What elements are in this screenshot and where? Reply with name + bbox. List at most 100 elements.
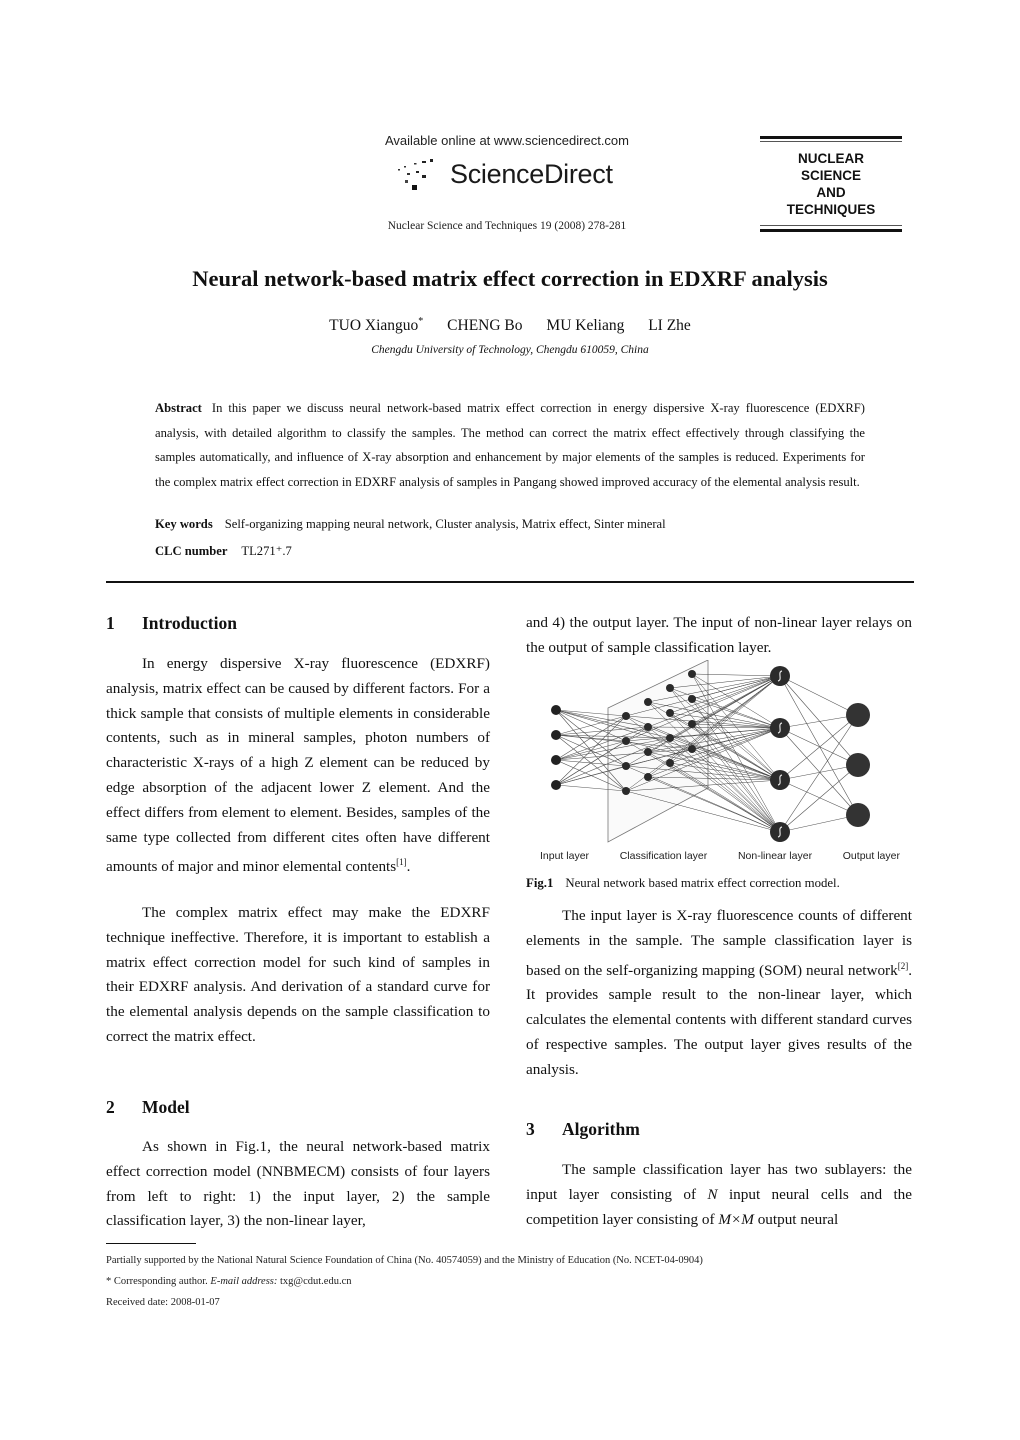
output-node <box>846 753 870 777</box>
punctuation: . <box>406 858 411 876</box>
section-heading-introduction: 1 Introduction <box>106 611 490 636</box>
classification-node <box>622 787 630 795</box>
paragraph-text: As shown in Fig.1, the neural network-ba… <box>106 1138 490 1230</box>
available-online-text: Available online at www.sciencedirect.co… <box>385 133 629 148</box>
corresponding-mark: * <box>418 316 424 327</box>
citation-link[interactable]: [2] <box>898 961 909 971</box>
author-name: MU Keliang <box>546 317 625 335</box>
connection <box>779 675 859 816</box>
paper-title: Neural network-based matrix effect corre… <box>192 266 828 291</box>
section-title: Model <box>142 1097 190 1117</box>
author-name: LI Zhe <box>648 317 691 335</box>
keywords-label: Key words <box>155 517 213 531</box>
paragraph-text: output neural <box>753 1210 839 1228</box>
section-title: Introduction <box>142 613 237 633</box>
output-node <box>846 803 870 827</box>
journal-reference: Nuclear Science and Techniques 19 (2008)… <box>387 220 627 232</box>
algorithm-paragraph-1: The sample classification layer has two … <box>526 1158 912 1232</box>
figure-caption: Fig.1 Neural network based matrix effect … <box>526 876 912 891</box>
footnote-funding: Partially supported by the National Natu… <box>106 1255 703 1266</box>
neural-network-figure <box>551 660 870 843</box>
model-paragraph-2: The input layer is X-ray fluorescence co… <box>526 904 912 1083</box>
classification-node <box>666 709 674 717</box>
classification-node <box>688 720 696 728</box>
author: TUO Xianguo* <box>329 316 424 335</box>
rule-bottom-thin <box>760 225 902 226</box>
sciencedirect-logo: ScienceDirect <box>392 153 632 197</box>
paragraph-text: . It provides sample result to the non-l… <box>526 961 912 1078</box>
classification-node <box>666 759 674 767</box>
email-link[interactable]: txg@cdut.edu.cn <box>277 1276 352 1287</box>
abstract-label: Abstract <box>155 401 202 415</box>
citation-link[interactable]: [1] <box>396 857 407 867</box>
layer-label-nonlinear: Non-linear layer <box>737 850 813 862</box>
connection <box>779 727 859 766</box>
classification-node <box>644 723 652 731</box>
section-number: 2 <box>106 1097 115 1117</box>
classification-node <box>644 698 652 706</box>
email-label: E-mail address: <box>210 1276 278 1287</box>
intro-paragraph-2: The complex matrix effect may make the E… <box>106 901 490 1050</box>
rule-top-thin <box>760 141 902 142</box>
classification-node <box>688 670 696 678</box>
figure-caption-text: Neural network based matrix effect corre… <box>565 876 840 890</box>
section-number: 1 <box>106 613 115 633</box>
author-list: TUO Xianguo* CHENG Bo MU Keliang LI Zhe <box>100 316 920 335</box>
input-node <box>551 755 561 765</box>
intro-paragraph-1: In energy dispersive X-ray fluorescence … <box>106 652 490 880</box>
connection <box>779 779 859 816</box>
section-heading-algorithm: 3 Algorithm <box>526 1117 912 1142</box>
sciencedirect-dots-icon <box>398 159 433 190</box>
journal-name-line: NUCLEAR <box>798 151 864 166</box>
connection <box>779 675 859 716</box>
author-name: TUO Xianguo <box>329 317 419 335</box>
paragraph-text: and 4) the output layer. The input of no… <box>526 614 912 656</box>
author: MU Keliang <box>546 317 624 334</box>
classification-node <box>666 684 674 692</box>
author: CHENG Bo <box>447 317 522 334</box>
affiliation: Chengdu University of Technology, Chengd… <box>371 344 649 356</box>
paragraph-text: In energy dispersive X-ray fluorescence … <box>106 655 490 876</box>
input-node <box>551 705 561 715</box>
abstract-text: In this paper we discuss neural network-… <box>155 401 865 489</box>
connection <box>779 714 859 781</box>
clc-value: TL271⁺.7 <box>241 544 292 558</box>
classification-node <box>688 745 696 753</box>
author: LI Zhe <box>648 317 691 334</box>
paragraph-text: The complex matrix effect may make the E… <box>106 904 490 1045</box>
clc-label: CLC number <box>155 544 228 558</box>
input-node <box>551 780 561 790</box>
paragraph-text: The input layer is X-ray fluorescence co… <box>526 907 912 979</box>
section-divider <box>106 581 914 583</box>
classification-node <box>622 712 630 720</box>
layer-label-output: Output layer <box>842 850 900 862</box>
classification-node <box>622 737 630 745</box>
connection <box>779 764 859 833</box>
classification-node <box>622 762 630 770</box>
keywords: Key words Self-organizing mapping neural … <box>155 517 865 532</box>
journal-name-line: TECHNIQUES <box>786 202 876 217</box>
clc-number: CLC number TL271⁺.7 <box>155 543 865 559</box>
model-paragraph-1: As shown in Fig.1, the neural network-ba… <box>106 1135 490 1234</box>
classification-node <box>688 695 696 703</box>
figure-label: Fig.1 <box>526 876 554 890</box>
classification-node <box>644 748 652 756</box>
author-name: CHENG Bo <box>447 317 523 335</box>
model-paragraph-1-continued: and 4) the output layer. The input of no… <box>526 611 912 661</box>
classification-node <box>644 773 652 781</box>
footnote-received: Received date: 2008-01-07 <box>106 1297 220 1308</box>
math-variable: N <box>707 1185 718 1203</box>
classification-node <box>666 734 674 742</box>
footnote-rule <box>106 1243 196 1244</box>
connection <box>779 675 859 766</box>
journal-name: NUCLEAR SCIENCE AND TECHNIQUES <box>760 150 902 218</box>
journal-name-line: AND <box>816 185 846 200</box>
section-title: Algorithm <box>562 1119 640 1139</box>
rule-top <box>760 136 902 139</box>
sciencedirect-wordmark: ScienceDirect <box>450 159 613 189</box>
corresponding-label: * Corresponding author. <box>106 1276 211 1287</box>
layer-label-classification: Classification layer <box>619 850 708 862</box>
figure-layer-labels: Input layer Classification layer Non-lin… <box>540 850 900 862</box>
journal-name-line: SCIENCE <box>800 168 861 183</box>
footnote-corresponding: * Corresponding author. E-mail address: … <box>106 1276 866 1287</box>
